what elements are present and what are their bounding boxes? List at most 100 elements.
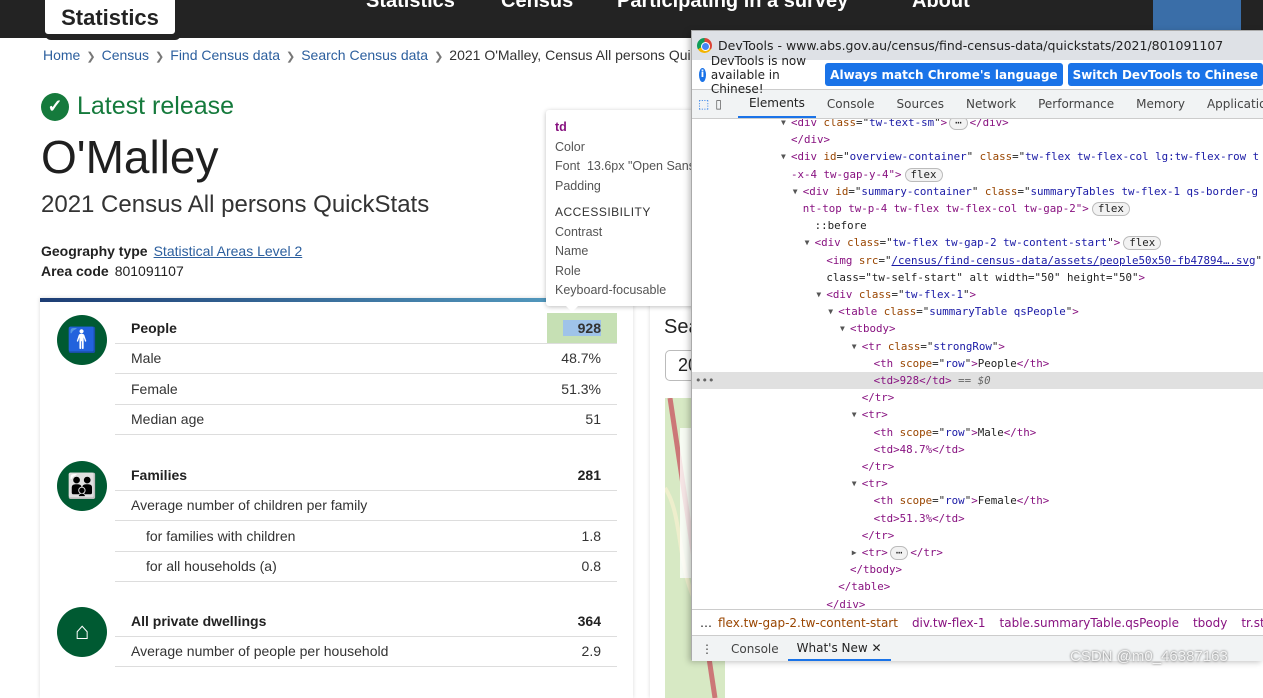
collapse-arrow-icon[interactable]: ▼ xyxy=(852,406,857,423)
row-label: for families with children xyxy=(146,527,296,544)
dwellings-table: All private dwellings 364 Average number o… xyxy=(115,606,617,667)
menu-button[interactable] xyxy=(1153,0,1241,30)
collapse-arrow-icon[interactable]: ▼ xyxy=(793,183,798,200)
area-code: Area code 801091107 xyxy=(41,263,184,279)
expand-arrow-icon[interactable]: ▶ xyxy=(852,544,857,561)
dom-node-line[interactable]: </tbody> xyxy=(692,561,1263,578)
code-token: <div xyxy=(826,288,853,301)
dom-node-line[interactable]: <th scope="row">Female</th> xyxy=(692,492,1263,509)
collapse-arrow-icon[interactable]: ▼ xyxy=(852,338,857,355)
collapse-arrow-icon[interactable]: ▼ xyxy=(781,119,786,131)
row-label: for all households (a) xyxy=(146,558,277,575)
tab-elements[interactable]: Elements xyxy=(737,90,816,118)
tab-network[interactable]: Network xyxy=(955,90,1027,118)
code-token: "50" xyxy=(1112,270,1139,284)
drawer-tab-whats-new[interactable]: What's New ✕ xyxy=(787,636,891,661)
inspect-element-icon[interactable]: ⬚ xyxy=(698,90,709,118)
dom-node-line[interactable]: class="tw-self-start" alt width="50" hei… xyxy=(692,269,1263,286)
dom-node-line[interactable]: </table> xyxy=(692,578,1263,595)
drawer-tab-console[interactable]: Console xyxy=(722,636,788,661)
row-value: 928 xyxy=(562,319,601,336)
dom-crumb[interactable]: table.summaryTable.qsPeople xyxy=(1000,616,1179,630)
collapse-arrow-icon[interactable]: ▼ xyxy=(816,286,821,303)
collapse-arrow-icon[interactable]: ▼ xyxy=(805,234,810,251)
dom-node-line[interactable]: ▼ <tr> xyxy=(692,475,1263,492)
table-row: Average number of children per family xyxy=(115,491,617,521)
collapse-arrow-icon[interactable]: ▼ xyxy=(828,303,833,320)
geography-type: Geography type Statistical Areas Level 2 xyxy=(41,243,302,259)
chrome-icon xyxy=(697,38,712,53)
always-match-language-button[interactable]: Always match Chrome's language xyxy=(825,63,1063,86)
collapse-arrow-icon[interactable]: ▼ xyxy=(852,475,857,492)
dom-node-line[interactable]: </tr> xyxy=(692,389,1263,406)
breadcrumb-home[interactable]: Home xyxy=(43,47,80,63)
switch-to-chinese-button[interactable]: Switch DevTools to Chinese xyxy=(1067,63,1263,86)
row-label: All private dwellings xyxy=(131,612,267,629)
dom-node-line[interactable]: <th scope="row">Male</th> xyxy=(692,424,1263,441)
dom-crumb[interactable]: tbody xyxy=(1193,616,1227,630)
nav-statistics[interactable]: Statistics xyxy=(366,0,455,13)
selected-node[interactable]: ••• <td>928</td> == $0 xyxy=(692,372,1263,390)
tab-console[interactable]: Console xyxy=(816,90,886,118)
dom-node-line[interactable]: ▼ <tbody> xyxy=(692,320,1263,337)
dom-node-line[interactable]: </div> xyxy=(692,131,1263,148)
drawer-menu-icon[interactable]: ⋮ xyxy=(692,636,722,661)
close-icon[interactable]: ✕ xyxy=(872,641,882,655)
whats-new-label: What's New xyxy=(796,640,868,655)
breadcrumb-search[interactable]: Search Census data xyxy=(301,47,428,63)
row-label: Average number of people per household xyxy=(131,643,389,660)
breadcrumb: Home ❯ Census ❯ Find Census data ❯ Search Cens… xyxy=(43,47,737,63)
dom-node-line[interactable]: <td>51.3%</td> xyxy=(692,510,1263,527)
chevron-right-icon: ❯ xyxy=(434,51,444,63)
row-value: 51 xyxy=(585,411,601,428)
breadcrumb-find[interactable]: Find Census data xyxy=(170,47,280,63)
dom-node-line[interactable]: ▼ <div class="tw-flex-1"> xyxy=(692,286,1263,303)
dom-breadcrumbs: … flex.tw-gap-2.tw-content-start div.tw-… xyxy=(692,609,1263,635)
elements-tree[interactable]: ▼ <div class="tw-text-sm"> ⋯ </div> </div> ▼ <… xyxy=(692,119,1263,609)
row-label: Male xyxy=(131,350,162,367)
tab-application[interactable]: Application xyxy=(1196,90,1263,118)
flex-badge: flex xyxy=(1123,236,1162,251)
dom-node-line[interactable]: ▶ <tr> ⋯ </tr> xyxy=(692,544,1263,561)
collapse-arrow-icon[interactable]: ▼ xyxy=(840,320,845,337)
tab-sources[interactable]: Sources xyxy=(886,90,955,118)
device-toolbar-icon[interactable]: ▯ xyxy=(715,90,722,118)
collapse-arrow-icon[interactable]: ▼ xyxy=(781,148,786,165)
geography-link[interactable]: Statistical Areas Level 2 xyxy=(154,243,303,259)
dom-node-line[interactable]: ▼ <table class="summaryTable qsPeople"> xyxy=(692,303,1263,320)
geography-label: Geography type xyxy=(41,243,148,259)
dom-node-line[interactable]: ▼ <div class="tw-flex tw-gap-2 tw-content… xyxy=(692,234,1263,251)
breadcrumb-census[interactable]: Census xyxy=(102,47,149,63)
dom-node-line[interactable]: ▼ <div id="summary-container" class="summ… xyxy=(692,183,1263,200)
dom-node-line[interactable]: ▼ <div id="overview-container" class="tw-… xyxy=(692,148,1263,165)
dom-node-line[interactable]: ▼ <div class="tw-text-sm"> ⋯ </div> xyxy=(692,119,1263,131)
node-code: <img src="/census/find-census-data/asset… xyxy=(826,252,1262,269)
dom-node-line[interactable]: <img src="/census/find-census-data/asset… xyxy=(692,252,1263,269)
dom-node-line[interactable]: <th scope="row">People</th> xyxy=(692,355,1263,372)
dom-node-line[interactable]: </tr> xyxy=(692,458,1263,475)
code-token: > xyxy=(1138,270,1146,284)
node-code: -x-4 tw-gap-y-4"> flex xyxy=(791,166,943,183)
row-label: Median age xyxy=(131,411,205,428)
nav-participating[interactable]: Participating in a survey xyxy=(617,0,848,13)
more-breadcrumbs[interactable]: … xyxy=(700,616,712,630)
dom-node-line[interactable]: </div> xyxy=(692,596,1263,609)
dom-node-line[interactable]: nt-top tw-p-4 tw-flex tw-flex-col tw-gap… xyxy=(692,200,1263,217)
abs-logo[interactable]: Statistics xyxy=(42,0,178,37)
dom-node-line[interactable]: -x-4 tw-gap-y-4"> flex xyxy=(692,166,1263,183)
code-token: <th xyxy=(873,425,894,439)
dom-node-line[interactable]: <td>48.7%</td> xyxy=(692,441,1263,458)
tab-memory[interactable]: Memory xyxy=(1125,90,1196,118)
nav-census[interactable]: Census xyxy=(501,0,573,13)
dom-node-line[interactable]: </tr> xyxy=(692,527,1263,544)
code-token: > xyxy=(1042,356,1050,370)
tab-performance[interactable]: Performance xyxy=(1027,90,1125,118)
node-code: </tbody> xyxy=(850,561,902,578)
dom-crumb[interactable]: div.tw-flex-1 xyxy=(912,616,986,630)
dom-node-line[interactable]: ::before xyxy=(692,217,1263,234)
dom-crumb[interactable]: flex.tw-gap-2.tw-content-start xyxy=(718,616,898,630)
nav-about[interactable]: About xyxy=(912,0,970,13)
dom-node-line[interactable]: ▼ <tr class="strongRow"> xyxy=(692,338,1263,355)
dom-node-line[interactable]: ▼ <tr> xyxy=(692,406,1263,423)
dom-crumb[interactable]: tr.strongRow xyxy=(1241,616,1263,630)
